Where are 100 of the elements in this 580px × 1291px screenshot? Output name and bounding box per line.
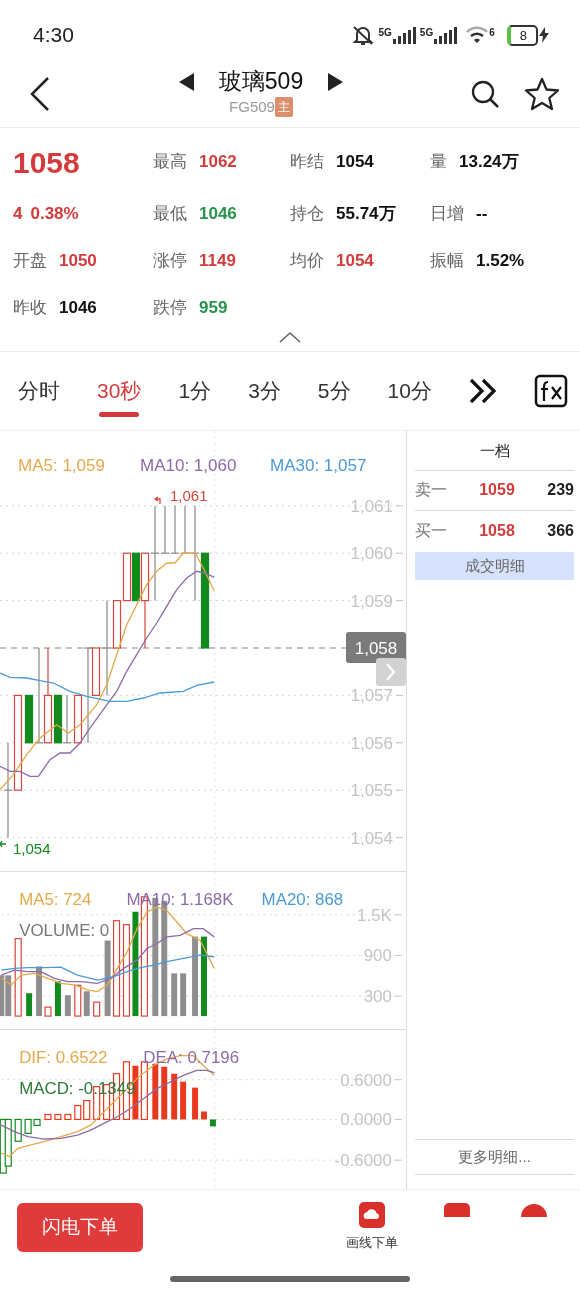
search-icon[interactable]: [470, 78, 500, 109]
volume-bar: [180, 973, 187, 1017]
macd-bar: [201, 1111, 207, 1120]
field-label: 均价: [290, 249, 324, 272]
low-price-label: 1,054: [13, 840, 51, 857]
percent-change: 0.38%: [30, 202, 79, 225]
signal-icon: [391, 26, 416, 44]
field-value: 1046: [59, 296, 97, 319]
volume-bar: [54, 981, 61, 1017]
macd-bar: [161, 1066, 168, 1120]
indicator-legend: MA10: 1,060: [140, 456, 237, 475]
axis-tick-label: 1.5K: [357, 905, 392, 925]
toolbar-icon[interactable]: [521, 1203, 547, 1217]
field-value: 1054: [336, 151, 374, 174]
formula-icon[interactable]: [534, 374, 568, 408]
quote-level-label: 买一: [415, 520, 448, 541]
quick-order-button[interactable]: 闪电下单: [17, 1203, 143, 1252]
volume-bar: [93, 1001, 101, 1017]
next-button[interactable]: [327, 73, 344, 92]
network-label: 5G: [419, 28, 434, 38]
field-value: 1050: [59, 249, 97, 272]
field-label: 跌停: [153, 296, 187, 319]
muted-bell-icon: [350, 24, 375, 46]
cloud-icon: [359, 1202, 385, 1228]
volume-label: VOLUME: 0: [19, 920, 110, 940]
macd-bar: [152, 1063, 159, 1120]
axis-tick-label: 1,054: [350, 828, 393, 848]
indicator-legend: MA30: 1,057: [270, 456, 367, 475]
field-label: 持仓: [290, 202, 324, 225]
more-periods-icon[interactable]: [468, 378, 497, 404]
indicator-legend: DIF: 0.6522: [19, 1047, 108, 1067]
period-tab[interactable]: 30秒: [97, 375, 142, 417]
signal-icon: [433, 26, 458, 44]
volume-bar: [64, 995, 71, 1017]
quote-level-label: 卖一: [415, 480, 448, 500]
field-value: 55.74万: [336, 202, 396, 225]
quote-price: 1058: [478, 520, 516, 541]
quote-volume: 366: [546, 520, 574, 541]
macd-bar: [180, 1081, 187, 1120]
field-label: 最低: [153, 202, 187, 225]
period-tab[interactable]: 5分: [317, 375, 351, 417]
macd-bar: [192, 1087, 199, 1120]
axis-tick-label: 0.6000: [340, 1070, 392, 1090]
macd-bar: [44, 1113, 52, 1121]
main-contract-badge: 主: [274, 97, 293, 118]
axis-tick-label: 0.0000: [340, 1110, 392, 1130]
trade-details-button[interactable]: 成交明细: [415, 551, 574, 580]
candlestick: [170, 505, 180, 554]
period-tab[interactable]: 1分: [178, 375, 212, 417]
last-price: 1058: [13, 144, 80, 181]
toolbar-icon[interactable]: [444, 1203, 470, 1217]
indicator-legend: MA20: 868: [261, 889, 344, 909]
previous-button[interactable]: [178, 73, 195, 92]
charging-icon: [538, 27, 550, 43]
volume-bar: [171, 973, 178, 1017]
axis-tick-label: 1,059: [350, 591, 393, 611]
battery-level: 8: [506, 24, 538, 46]
field-value: --: [476, 202, 488, 225]
price-change: 4: [13, 202, 23, 225]
axis-tick-label: 900: [363, 946, 392, 966]
high-marker-icon: [153, 496, 161, 505]
low-marker-icon: [0, 840, 7, 848]
field-label: 涨停: [153, 249, 187, 272]
field-label: 振幅: [430, 249, 464, 272]
network-label: 5G: [378, 28, 392, 38]
period-tab[interactable]: 10分: [387, 375, 432, 417]
indicator-legend: MA5: 724: [19, 889, 92, 909]
period-tab[interactable]: 分时: [18, 375, 60, 417]
favorite-star-icon[interactable]: [524, 76, 560, 111]
candlestick: [122, 552, 132, 602]
draw-line-order-button[interactable]: 画线下单: [346, 1202, 398, 1253]
field-value: 1046: [199, 202, 237, 225]
field-value: 1.52%: [476, 249, 525, 272]
wifi-label: 6: [489, 28, 495, 38]
field-value: 13.24万: [459, 151, 519, 174]
field-label: 最高: [153, 151, 187, 174]
axis-tick-label: 1,061: [350, 496, 393, 516]
more-details-link[interactable]: 更多明细...: [415, 1138, 574, 1175]
back-button[interactable]: [28, 75, 52, 112]
high-price-label: 1,061: [170, 487, 208, 504]
field-label: 昨结: [290, 151, 324, 174]
volume-bar: [26, 993, 33, 1017]
last-price-tag: 1,058: [346, 632, 406, 663]
field-value: 1054: [336, 249, 374, 272]
macd-bar: [54, 1113, 62, 1121]
wifi-icon: [465, 26, 490, 44]
period-tab[interactable]: 3分: [248, 375, 281, 417]
macd-bar: [171, 1073, 178, 1120]
axis-tick-label: 1,057: [350, 686, 393, 706]
macd-bar: [209, 1119, 216, 1127]
field-label: 日增: [430, 202, 464, 225]
quote-volume: 239: [546, 480, 574, 500]
contract-code: FG509: [229, 97, 275, 118]
contract-title: 玻璃509: [218, 68, 304, 97]
field-value: 959: [199, 296, 228, 319]
indicator-legend: MA5: 1,059: [18, 456, 105, 475]
field-value: 1149: [199, 249, 236, 272]
collapse-caret-icon[interactable]: [279, 331, 301, 343]
axis-tick-label: -0.6000: [334, 1151, 392, 1171]
axis-tick-label: 1,060: [350, 544, 393, 564]
